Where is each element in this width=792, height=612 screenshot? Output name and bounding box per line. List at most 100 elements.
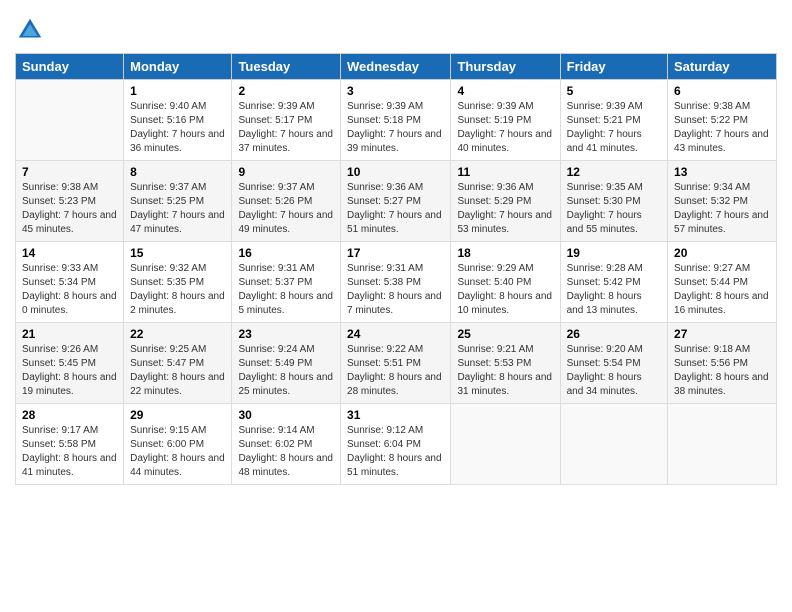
- day-number: 21: [22, 327, 117, 341]
- week-row-2: 14 Sunrise: 9:33 AMSunset: 5:34 PMDaylig…: [16, 242, 777, 323]
- day-number: 16: [238, 246, 334, 260]
- day-cell: 27 Sunrise: 9:18 AMSunset: 5:56 PMDaylig…: [668, 323, 777, 404]
- day-cell: 4 Sunrise: 9:39 AMSunset: 5:19 PMDayligh…: [451, 80, 560, 161]
- day-cell: 23 Sunrise: 9:24 AMSunset: 5:49 PMDaylig…: [232, 323, 341, 404]
- day-info: Sunrise: 9:36 AMSunset: 5:27 PMDaylight:…: [347, 181, 444, 237]
- day-info: Sunrise: 9:18 AMSunset: 5:56 PMDaylight:…: [674, 343, 770, 399]
- header-day-monday: Monday: [124, 54, 232, 80]
- header: [15, 10, 777, 45]
- day-number: 29: [130, 408, 225, 422]
- day-cell: 16 Sunrise: 9:31 AMSunset: 5:37 PMDaylig…: [232, 242, 341, 323]
- day-cell: 3 Sunrise: 9:39 AMSunset: 5:18 PMDayligh…: [341, 80, 451, 161]
- day-number: 11: [457, 165, 553, 179]
- day-info: Sunrise: 9:21 AMSunset: 5:53 PMDaylight:…: [457, 343, 553, 399]
- day-info: Sunrise: 9:39 AMSunset: 5:18 PMDaylight:…: [347, 100, 444, 156]
- day-number: 31: [347, 408, 444, 422]
- day-cell: 12 Sunrise: 9:35 AMSunset: 5:30 PMDaylig…: [560, 161, 667, 242]
- day-cell: 18 Sunrise: 9:29 AMSunset: 5:40 PMDaylig…: [451, 242, 560, 323]
- day-cell: 1 Sunrise: 9:40 AMSunset: 5:16 PMDayligh…: [124, 80, 232, 161]
- day-number: 13: [674, 165, 770, 179]
- week-row-0: 1 Sunrise: 9:40 AMSunset: 5:16 PMDayligh…: [16, 80, 777, 161]
- day-info: Sunrise: 9:24 AMSunset: 5:49 PMDaylight:…: [238, 343, 334, 399]
- day-number: 19: [567, 246, 661, 260]
- day-number: 6: [674, 84, 770, 98]
- day-cell: 24 Sunrise: 9:22 AMSunset: 5:51 PMDaylig…: [341, 323, 451, 404]
- day-cell: 20 Sunrise: 9:27 AMSunset: 5:44 PMDaylig…: [668, 242, 777, 323]
- day-info: Sunrise: 9:32 AMSunset: 5:35 PMDaylight:…: [130, 262, 225, 318]
- day-cell: 14 Sunrise: 9:33 AMSunset: 5:34 PMDaylig…: [16, 242, 124, 323]
- day-number: 30: [238, 408, 334, 422]
- day-number: 7: [22, 165, 117, 179]
- week-row-3: 21 Sunrise: 9:26 AMSunset: 5:45 PMDaylig…: [16, 323, 777, 404]
- day-cell: 8 Sunrise: 9:37 AMSunset: 5:25 PMDayligh…: [124, 161, 232, 242]
- day-number: 2: [238, 84, 334, 98]
- day-number: 3: [347, 84, 444, 98]
- header-day-wednesday: Wednesday: [341, 54, 451, 80]
- day-cell: [451, 404, 560, 485]
- day-info: Sunrise: 9:14 AMSunset: 6:02 PMDaylight:…: [238, 424, 334, 480]
- page-container: SundayMondayTuesdayWednesdayThursdayFrid…: [0, 0, 792, 495]
- header-row: SundayMondayTuesdayWednesdayThursdayFrid…: [16, 54, 777, 80]
- day-cell: [560, 404, 667, 485]
- day-cell: 30 Sunrise: 9:14 AMSunset: 6:02 PMDaylig…: [232, 404, 341, 485]
- day-info: Sunrise: 9:28 AMSunset: 5:42 PMDaylight:…: [567, 262, 661, 318]
- day-info: Sunrise: 9:20 AMSunset: 5:54 PMDaylight:…: [567, 343, 661, 399]
- day-cell: 28 Sunrise: 9:17 AMSunset: 5:58 PMDaylig…: [16, 404, 124, 485]
- logo: [15, 15, 49, 45]
- day-info: Sunrise: 9:39 AMSunset: 5:17 PMDaylight:…: [238, 100, 334, 156]
- day-number: 12: [567, 165, 661, 179]
- day-number: 4: [457, 84, 553, 98]
- day-number: 22: [130, 327, 225, 341]
- day-cell: 19 Sunrise: 9:28 AMSunset: 5:42 PMDaylig…: [560, 242, 667, 323]
- header-day-thursday: Thursday: [451, 54, 560, 80]
- day-number: 5: [567, 84, 661, 98]
- day-number: 14: [22, 246, 117, 260]
- day-cell: 29 Sunrise: 9:15 AMSunset: 6:00 PMDaylig…: [124, 404, 232, 485]
- header-day-sunday: Sunday: [16, 54, 124, 80]
- day-number: 1: [130, 84, 225, 98]
- day-info: Sunrise: 9:29 AMSunset: 5:40 PMDaylight:…: [457, 262, 553, 318]
- header-day-saturday: Saturday: [668, 54, 777, 80]
- day-info: Sunrise: 9:37 AMSunset: 5:25 PMDaylight:…: [130, 181, 225, 237]
- day-info: Sunrise: 9:25 AMSunset: 5:47 PMDaylight:…: [130, 343, 225, 399]
- day-info: Sunrise: 9:34 AMSunset: 5:32 PMDaylight:…: [674, 181, 770, 237]
- day-number: 28: [22, 408, 117, 422]
- day-number: 27: [674, 327, 770, 341]
- day-cell: 31 Sunrise: 9:12 AMSunset: 6:04 PMDaylig…: [341, 404, 451, 485]
- day-info: Sunrise: 9:36 AMSunset: 5:29 PMDaylight:…: [457, 181, 553, 237]
- day-info: Sunrise: 9:27 AMSunset: 5:44 PMDaylight:…: [674, 262, 770, 318]
- day-info: Sunrise: 9:17 AMSunset: 5:58 PMDaylight:…: [22, 424, 117, 480]
- logo-icon: [15, 15, 45, 45]
- day-cell: 2 Sunrise: 9:39 AMSunset: 5:17 PMDayligh…: [232, 80, 341, 161]
- week-row-4: 28 Sunrise: 9:17 AMSunset: 5:58 PMDaylig…: [16, 404, 777, 485]
- day-cell: 6 Sunrise: 9:38 AMSunset: 5:22 PMDayligh…: [668, 80, 777, 161]
- day-cell: 21 Sunrise: 9:26 AMSunset: 5:45 PMDaylig…: [16, 323, 124, 404]
- day-cell: 15 Sunrise: 9:32 AMSunset: 5:35 PMDaylig…: [124, 242, 232, 323]
- week-row-1: 7 Sunrise: 9:38 AMSunset: 5:23 PMDayligh…: [16, 161, 777, 242]
- day-number: 18: [457, 246, 553, 260]
- day-cell: 11 Sunrise: 9:36 AMSunset: 5:29 PMDaylig…: [451, 161, 560, 242]
- header-day-friday: Friday: [560, 54, 667, 80]
- day-number: 8: [130, 165, 225, 179]
- day-info: Sunrise: 9:39 AMSunset: 5:21 PMDaylight:…: [567, 100, 661, 156]
- day-info: Sunrise: 9:39 AMSunset: 5:19 PMDaylight:…: [457, 100, 553, 156]
- day-cell: [668, 404, 777, 485]
- day-cell: 26 Sunrise: 9:20 AMSunset: 5:54 PMDaylig…: [560, 323, 667, 404]
- day-cell: 9 Sunrise: 9:37 AMSunset: 5:26 PMDayligh…: [232, 161, 341, 242]
- day-cell: 13 Sunrise: 9:34 AMSunset: 5:32 PMDaylig…: [668, 161, 777, 242]
- day-info: Sunrise: 9:40 AMSunset: 5:16 PMDaylight:…: [130, 100, 225, 156]
- day-number: 20: [674, 246, 770, 260]
- day-cell: 17 Sunrise: 9:31 AMSunset: 5:38 PMDaylig…: [341, 242, 451, 323]
- day-number: 17: [347, 246, 444, 260]
- day-number: 23: [238, 327, 334, 341]
- day-cell: 10 Sunrise: 9:36 AMSunset: 5:27 PMDaylig…: [341, 161, 451, 242]
- day-cell: 25 Sunrise: 9:21 AMSunset: 5:53 PMDaylig…: [451, 323, 560, 404]
- day-info: Sunrise: 9:38 AMSunset: 5:23 PMDaylight:…: [22, 181, 117, 237]
- day-cell: 22 Sunrise: 9:25 AMSunset: 5:47 PMDaylig…: [124, 323, 232, 404]
- calendar-table: SundayMondayTuesdayWednesdayThursdayFrid…: [15, 53, 777, 485]
- day-number: 9: [238, 165, 334, 179]
- day-info: Sunrise: 9:33 AMSunset: 5:34 PMDaylight:…: [22, 262, 117, 318]
- day-cell: 7 Sunrise: 9:38 AMSunset: 5:23 PMDayligh…: [16, 161, 124, 242]
- day-info: Sunrise: 9:31 AMSunset: 5:37 PMDaylight:…: [238, 262, 334, 318]
- day-info: Sunrise: 9:35 AMSunset: 5:30 PMDaylight:…: [567, 181, 661, 237]
